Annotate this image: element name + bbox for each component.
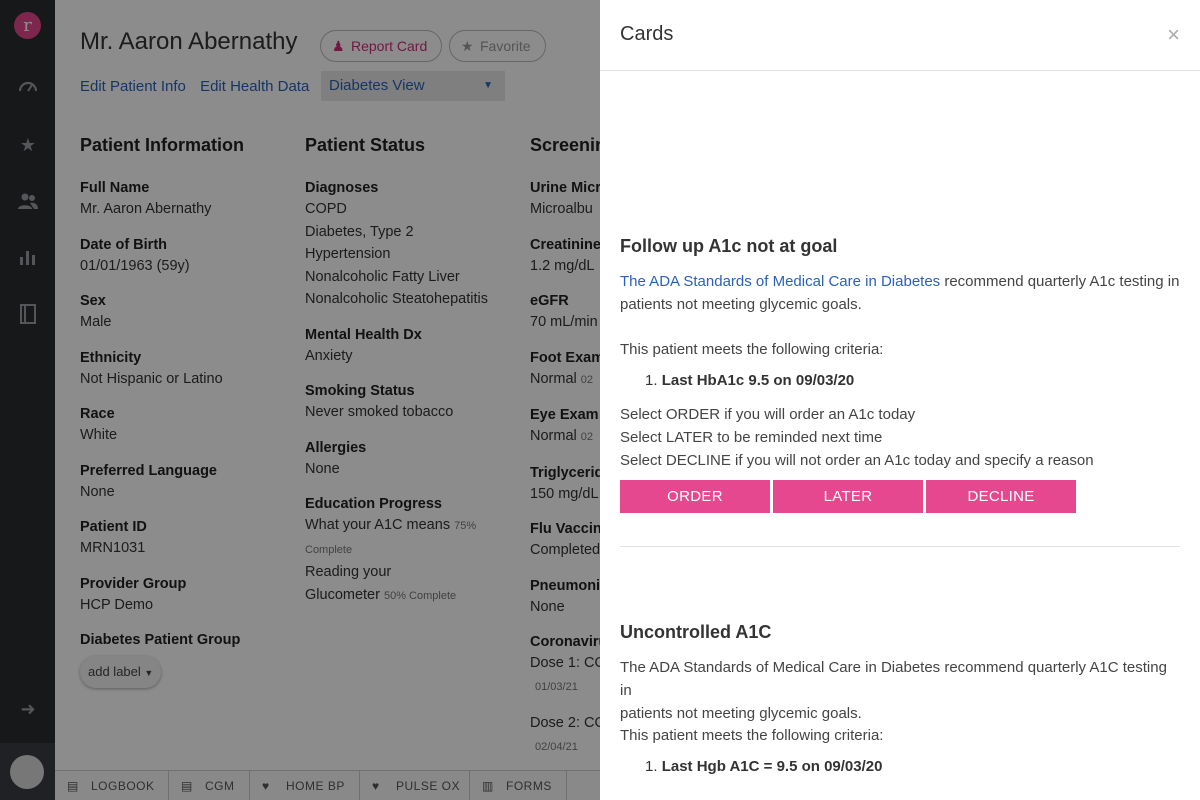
card-text: The ADA Standards of Medical Care in Dia… [620,659,1167,699]
instructions: Select ORDER if you will order an A1c to… [620,403,1180,472]
close-icon[interactable]: × [1167,22,1180,48]
card-text: patients not meeting glycemic goals. [620,705,862,722]
card-divider [620,546,1180,547]
order-button[interactable]: ORDER [620,480,770,513]
criteria-item: 1. Last HbA1c 9.5 on 09/03/20 [645,372,854,389]
ada-standards-link[interactable]: The ADA Standards of Medical Care in Dia… [620,273,940,290]
criteria-number: 1. [645,758,658,775]
criteria-text: Last Hgb A1C = 9.5 on 09/03/20 [661,758,883,775]
card-text: patients not meeting glycemic goals. [620,296,862,313]
criteria-number: 1. [645,372,658,389]
panel-header: Cards × [600,0,1200,71]
criteria-intro: This patient meets the following criteri… [620,727,884,744]
later-button[interactable]: LATER [773,480,923,513]
card-text: recommend quarterly A1c testing in [940,273,1180,290]
cards-panel: Cards × Follow up A1c not at goal The AD… [600,0,1200,800]
card-title: Follow up A1c not at goal [620,236,838,256]
criteria-text: Last HbA1c 9.5 on 09/03/20 [661,372,855,389]
criteria-item: 1. Last Hgb A1C = 9.5 on 09/03/20 [645,758,882,775]
criteria-intro: This patient meets the following criteri… [620,341,884,358]
card-description: The ADA Standards of Medical Care in Dia… [620,270,1180,316]
instruction-line: Select DECLINE if you will not order an … [620,452,1094,469]
instruction-line: Select ORDER if you will order an A1c to… [620,406,916,423]
panel-title: Cards [620,23,674,45]
instruction-line: Select LATER to be reminded next time [620,429,883,446]
card-description: The ADA Standards of Medical Care in Dia… [620,656,1180,725]
decline-button[interactable]: DECLINE [926,480,1076,513]
modal-backdrop[interactable] [0,0,600,800]
card-title: Uncontrolled A1C [620,622,772,642]
